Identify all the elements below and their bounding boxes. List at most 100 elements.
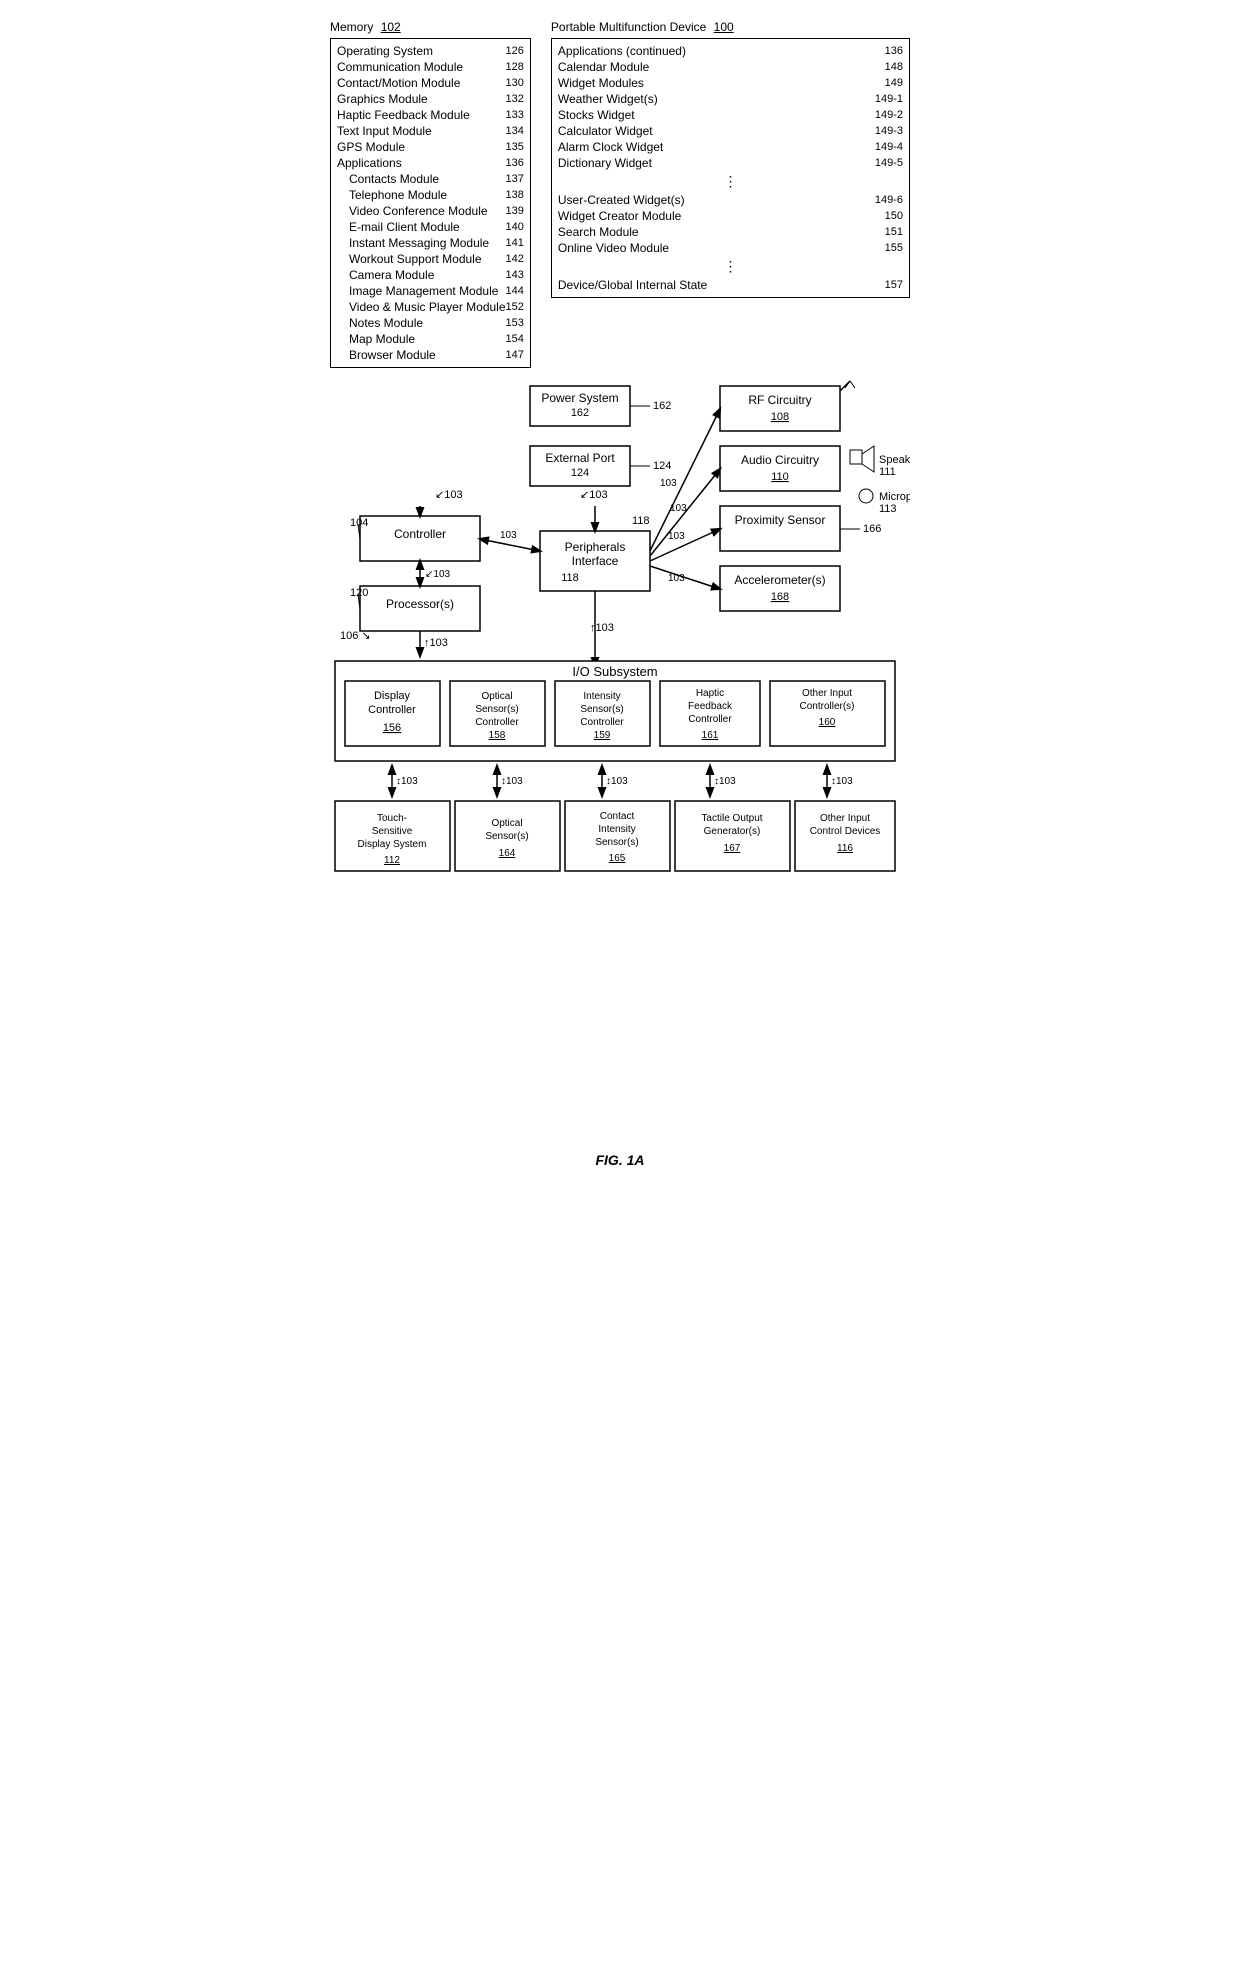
memory-item-19: Browser Module147 [337,347,524,363]
haptic-ctrl-ref: 161 [702,730,719,741]
bus-ctrl-proc: ↙103 [425,569,451,580]
other-input-devices-label: Other Input [820,813,870,824]
memory-item-16: Video & Music Player Module152 [337,299,524,315]
pmd-item-3: Weather Widget(s)149-1 [558,91,903,107]
power-system-ref: 162 [571,407,589,419]
display-ctrl-label: Display [374,690,411,702]
tactile-output-label2: Generator(s) [704,826,761,837]
memory-label: Memory [330,20,373,34]
proximity-ref: 166 [863,523,881,535]
pmd-dots-1: ⋮ [558,171,903,192]
bus-peri-audio: 103 [670,503,687,514]
bus-peri-accel: 103 [668,573,685,584]
contact-intensity-label2: Intensity [598,824,635,835]
memory-item-13: Workout Support Module142 [337,251,524,267]
touch-display-label2: Sensitive [372,826,413,837]
other-input-ctrl-ref: 160 [819,717,836,728]
memory-content-box: Operating System126 Communication Module… [330,38,531,368]
other-input-devices-ref: 116 [837,843,853,854]
bus-top-118: 118 [632,515,650,527]
external-port-label: External Port [545,451,615,465]
bus-peri-io: ↑103 [590,622,614,634]
memory-item-8: Contacts Module137 [337,171,524,187]
io-subsystem-label: I/O Subsystem [572,664,657,679]
arrow-optical-bus: ↕103 [501,776,523,787]
memory-item-4: Haptic Feedback Module133 [337,107,524,123]
touch-display-label3: Display System [358,839,427,850]
optical-sensors-ref: 164 [499,848,516,859]
figure-label: FIG. 1A [330,1152,910,1168]
bus-ref-top-left: ↙103 [435,489,463,501]
memory-item-9: Telephone Module138 [337,187,524,203]
accelerometers-ref: 168 [771,591,789,603]
audio-circuitry-label: Audio Circuitry [741,453,819,467]
external-port-ref-text: 124 [571,467,589,479]
pmd-item-10: Search Module151 [558,224,903,240]
haptic-ctrl-label: Haptic [696,688,724,699]
pmd-item-9: Widget Creator Module150 [558,208,903,224]
processor-ref-120: 120 [350,587,368,599]
power-ref-162: 162 [653,400,671,412]
other-input-ctrl-label2: Controller(s) [799,701,854,712]
memory-item-11: E-mail Client Module140 [337,219,524,235]
pmd-item-4: Stocks Widget149-2 [558,107,903,123]
other-input-ctrl-label: Other Input [802,688,852,699]
memory-item-18: Map Module154 [337,331,524,347]
external-port-ref: 124 [653,460,671,472]
tactile-output-label: Tactile Output [701,813,762,824]
optical-sensor-ctrl-label: Optical [481,691,512,702]
rf-circuitry-label: RF Circuitry [748,393,811,407]
peripherals-interface-label: Peripherals [565,540,626,554]
memory-item-6: GPS Module135 [337,139,524,155]
arrow-haptic-bus: ↕103 [714,776,736,787]
audio-circuitry-ref: 110 [771,471,789,483]
arrow-other-bus: ↕103 [831,776,853,787]
pmd-item-5: Calculator Widget149-3 [558,123,903,139]
memory-item-14: Camera Module143 [337,267,524,283]
memory-item-3: Graphics Module132 [337,91,524,107]
bus-ref-top-mid: ↙103 [580,489,608,501]
display-ctrl-label2: Controller [368,704,416,716]
memory-item-12: Instant Messaging Module141 [337,235,524,251]
bus-ctrl-peri: 103 [500,530,517,541]
bus-peri-rf: 103 [660,478,677,489]
memory-box: Memory 102 Operating System126 Communica… [330,20,531,368]
bus-ref-proc-io: ↑103 [424,637,448,649]
accelerometers-label: Accelerometer(s) [734,573,825,587]
optical-sensors-label2: Sensor(s) [485,831,528,842]
pmd-item-11: Online Video Module155 [558,240,903,256]
touch-display-ref: 112 [384,855,400,866]
io-ref-106: 106 ↘ [340,630,371,642]
pmd-item-1: Calendar Module148 [558,59,903,75]
microphone-label: Microphone [879,491,910,503]
processor-label: Processor(s) [386,597,454,611]
memory-item-5: Text Input Module134 [337,123,524,139]
contact-intensity-ref: 165 [609,853,626,864]
speaker-ref: 111 [879,466,896,478]
haptic-ctrl-label3: Controller [688,714,732,725]
diagram-container: Memory 102 Operating System126 Communica… [330,20,910,1168]
bus-peri-prox: 103 [668,531,685,542]
system-diagram: Power System 162 162 External Port 124 1… [330,376,910,1136]
pmd-item-6: Alarm Clock Widget149-4 [558,139,903,155]
pmd-item-12: Device/Global Internal State157 [558,277,903,293]
memory-item-15: Image Management Module144 [337,283,524,299]
pmd-item-0: Applications (continued)136 [558,43,903,59]
pmd-item-8: User-Created Widget(s)149-6 [558,192,903,208]
pmd-item-2: Widget Modules149 [558,75,903,91]
contact-intensity-label: Contact [600,811,635,822]
memory-item-1: Communication Module128 [337,59,524,75]
arrow-display-bus: ↕103 [396,776,418,787]
display-ctrl-ref: 156 [383,722,401,734]
pmd-label: Portable Multifunction Device [551,20,706,34]
speaker-label: Speaker [879,454,910,466]
memory-ref: 102 [381,20,401,34]
memory-item-17: Notes Module153 [337,315,524,331]
optical-sensor-ctrl-label2: Sensor(s) [475,704,518,715]
memory-item-7: Applications136 [337,155,524,171]
arrow-intensity-bus: ↕103 [606,776,628,787]
memory-item-2: Contact/Motion Module130 [337,75,524,91]
optical-sensor-ctrl-label3: Controller [475,717,519,728]
intensity-sensor-ctrl-label: Intensity [583,691,620,702]
power-system-label: Power System [541,391,618,405]
